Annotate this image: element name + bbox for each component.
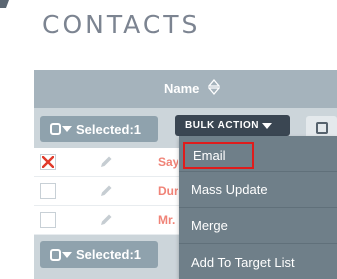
menu-item-mass-update[interactable]: Mass Update	[179, 172, 337, 208]
menu-item-label: Email	[193, 148, 226, 163]
pencil-icon[interactable]	[98, 154, 114, 170]
bulk-action-label: BULK ACTION	[185, 120, 260, 131]
chevron-down-icon	[62, 251, 72, 258]
pencil-icon[interactable]	[98, 212, 114, 228]
select-dropdown-button[interactable]: Selected:1	[40, 116, 158, 142]
menu-item-merge[interactable]: Merge	[179, 208, 337, 244]
sort-arrows-icon[interactable]	[208, 79, 220, 95]
checkbox-icon	[50, 248, 61, 261]
x-mark-icon	[42, 156, 54, 168]
row-checkbox[interactable]	[40, 183, 56, 199]
column-chooser-icon	[316, 122, 328, 134]
menu-item-add-to-target-list[interactable]: Add To Target List	[179, 244, 337, 279]
select-dropdown-button[interactable]: Selected:1	[40, 241, 158, 268]
selected-count: Selected:1	[76, 121, 142, 137]
row-checkbox[interactable]	[40, 154, 56, 170]
row-checkbox[interactable]	[40, 212, 56, 228]
chevron-down-icon	[262, 122, 273, 129]
checkbox-icon	[50, 123, 61, 135]
contact-name-link[interactable]: Say	[158, 155, 178, 169]
menu-item-label: Merge	[191, 218, 228, 233]
menu-item-label: Add To Target List	[191, 254, 295, 270]
contact-name-link[interactable]: Dur	[158, 184, 178, 198]
menu-item-email[interactable]: Email	[179, 138, 337, 172]
highlight-box: Email	[183, 142, 254, 169]
pencil-icon[interactable]	[98, 183, 114, 199]
contact-name-link[interactable]: Mr.	[158, 213, 178, 227]
chevron-down-icon	[62, 126, 72, 132]
bulk-action-button[interactable]: BULK ACTION	[175, 115, 290, 136]
bulk-action-menu: Email Mass Update Merge Add To Target Li…	[179, 136, 337, 279]
corner-fragment-icon	[0, 0, 9, 8]
menu-item-label: Mass Update	[191, 182, 268, 197]
page-title: CONTACTS	[42, 10, 201, 39]
table-header-row: Name	[34, 70, 337, 108]
selected-count: Selected:1	[76, 247, 142, 262]
column-header-name[interactable]: Name	[164, 81, 199, 96]
